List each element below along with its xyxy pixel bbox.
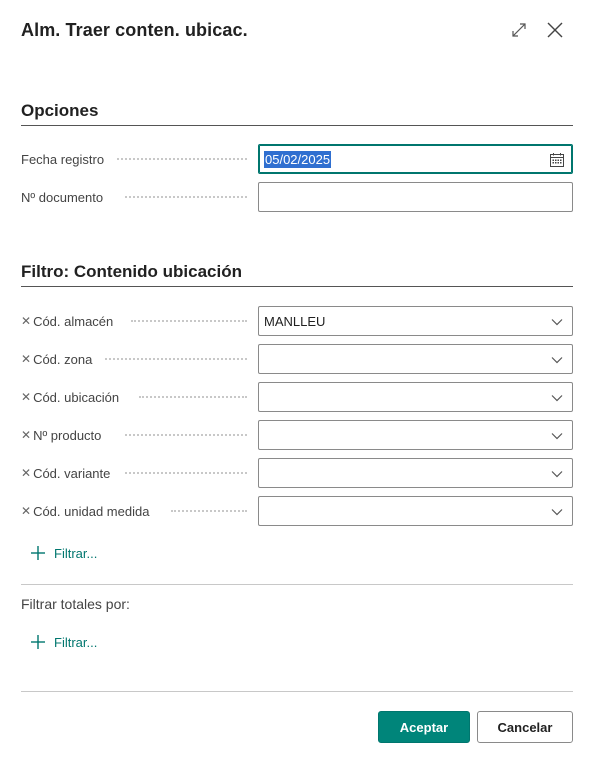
filter-row-zone: ✕ Cód. zona: [21, 344, 573, 374]
zone-code-dropdown[interactable]: [258, 344, 573, 374]
filter-label: Nº producto: [33, 427, 102, 443]
filter-label: Cód. zona: [33, 351, 93, 367]
remove-filter-icon[interactable]: ✕: [21, 428, 31, 442]
leader-dots: [125, 434, 247, 436]
chevron-down-icon: [551, 357, 563, 364]
options-section-divider: [21, 125, 573, 126]
plus-icon: [31, 546, 45, 560]
filter-label: Cód. ubicación: [33, 389, 120, 405]
bin-code-dropdown[interactable]: [258, 382, 573, 412]
document-no-label: Nº documento: [21, 189, 104, 205]
dialog: Alm. Traer conten. ubicac. Opciones Fech…: [0, 0, 595, 764]
options-section-title: Opciones: [21, 101, 99, 120]
totals-filter-title: Filtrar totales por:: [21, 596, 130, 612]
document-no-row: Nº documento: [21, 182, 573, 212]
ok-button[interactable]: Aceptar: [378, 711, 470, 743]
filter-section-title: Filtro: Contenido ubicación: [21, 262, 242, 281]
footer-divider: [21, 691, 573, 692]
leader-dots: [131, 320, 247, 322]
cancel-button[interactable]: Cancelar: [477, 711, 573, 743]
leader-dots: [171, 510, 247, 512]
variant-code-dropdown[interactable]: [258, 458, 573, 488]
location-code-dropdown[interactable]: MANLLEU: [258, 306, 573, 336]
posting-date-input[interactable]: 05/02/2025: [258, 144, 573, 174]
remove-filter-icon[interactable]: ✕: [21, 466, 31, 480]
filter-label: Cód. almacén: [33, 313, 114, 329]
close-icon[interactable]: [543, 18, 567, 42]
item-no-dropdown[interactable]: [258, 420, 573, 450]
leader-dots: [125, 196, 247, 198]
location-code-value: MANLLEU: [264, 313, 326, 329]
add-filter-link[interactable]: Filtrar...: [30, 545, 97, 561]
document-no-input[interactable]: [258, 182, 573, 212]
chevron-down-icon: [551, 319, 563, 326]
chevron-down-icon: [551, 433, 563, 440]
chevron-down-icon: [551, 471, 563, 478]
filter-section-divider: [21, 286, 573, 287]
dialog-title: Alm. Traer conten. ubicac.: [21, 20, 248, 40]
leader-dots: [125, 472, 247, 474]
add-totals-filter-link[interactable]: Filtrar...: [30, 634, 97, 650]
uom-code-dropdown[interactable]: [258, 496, 573, 526]
filter-row-uom: ✕ Cód. unidad medida: [21, 496, 573, 526]
filter-row-item: ✕ Nº producto: [21, 420, 573, 450]
add-totals-filter-label: Filtrar...: [54, 634, 98, 650]
leader-dots: [139, 396, 247, 398]
remove-filter-icon[interactable]: ✕: [21, 314, 31, 328]
filter-row-bin: ✕ Cód. ubicación: [21, 382, 573, 412]
posting-date-row: Fecha registro 05/02/2025: [21, 144, 573, 174]
chevron-down-icon: [551, 509, 563, 516]
filter-label: Cód. variante: [33, 465, 111, 481]
expand-icon[interactable]: [507, 18, 531, 42]
filter-label: Cód. unidad medida: [33, 503, 150, 519]
filter-row-location: ✕ Cód. almacén MANLLEU: [21, 306, 573, 336]
chevron-down-icon: [551, 395, 563, 402]
leader-dots: [105, 358, 247, 360]
add-filter-label: Filtrar...: [54, 545, 98, 561]
remove-filter-icon[interactable]: ✕: [21, 390, 31, 404]
remove-filter-icon[interactable]: ✕: [21, 504, 31, 518]
leader-dots: [117, 158, 247, 160]
calendar-icon[interactable]: [549, 152, 565, 168]
posting-date-label: Fecha registro: [21, 151, 105, 167]
totals-divider: [21, 584, 573, 585]
posting-date-value: 05/02/2025: [264, 150, 332, 168]
plus-icon: [31, 635, 45, 649]
filter-row-variant: ✕ Cód. variante: [21, 458, 573, 488]
remove-filter-icon[interactable]: ✕: [21, 352, 31, 366]
